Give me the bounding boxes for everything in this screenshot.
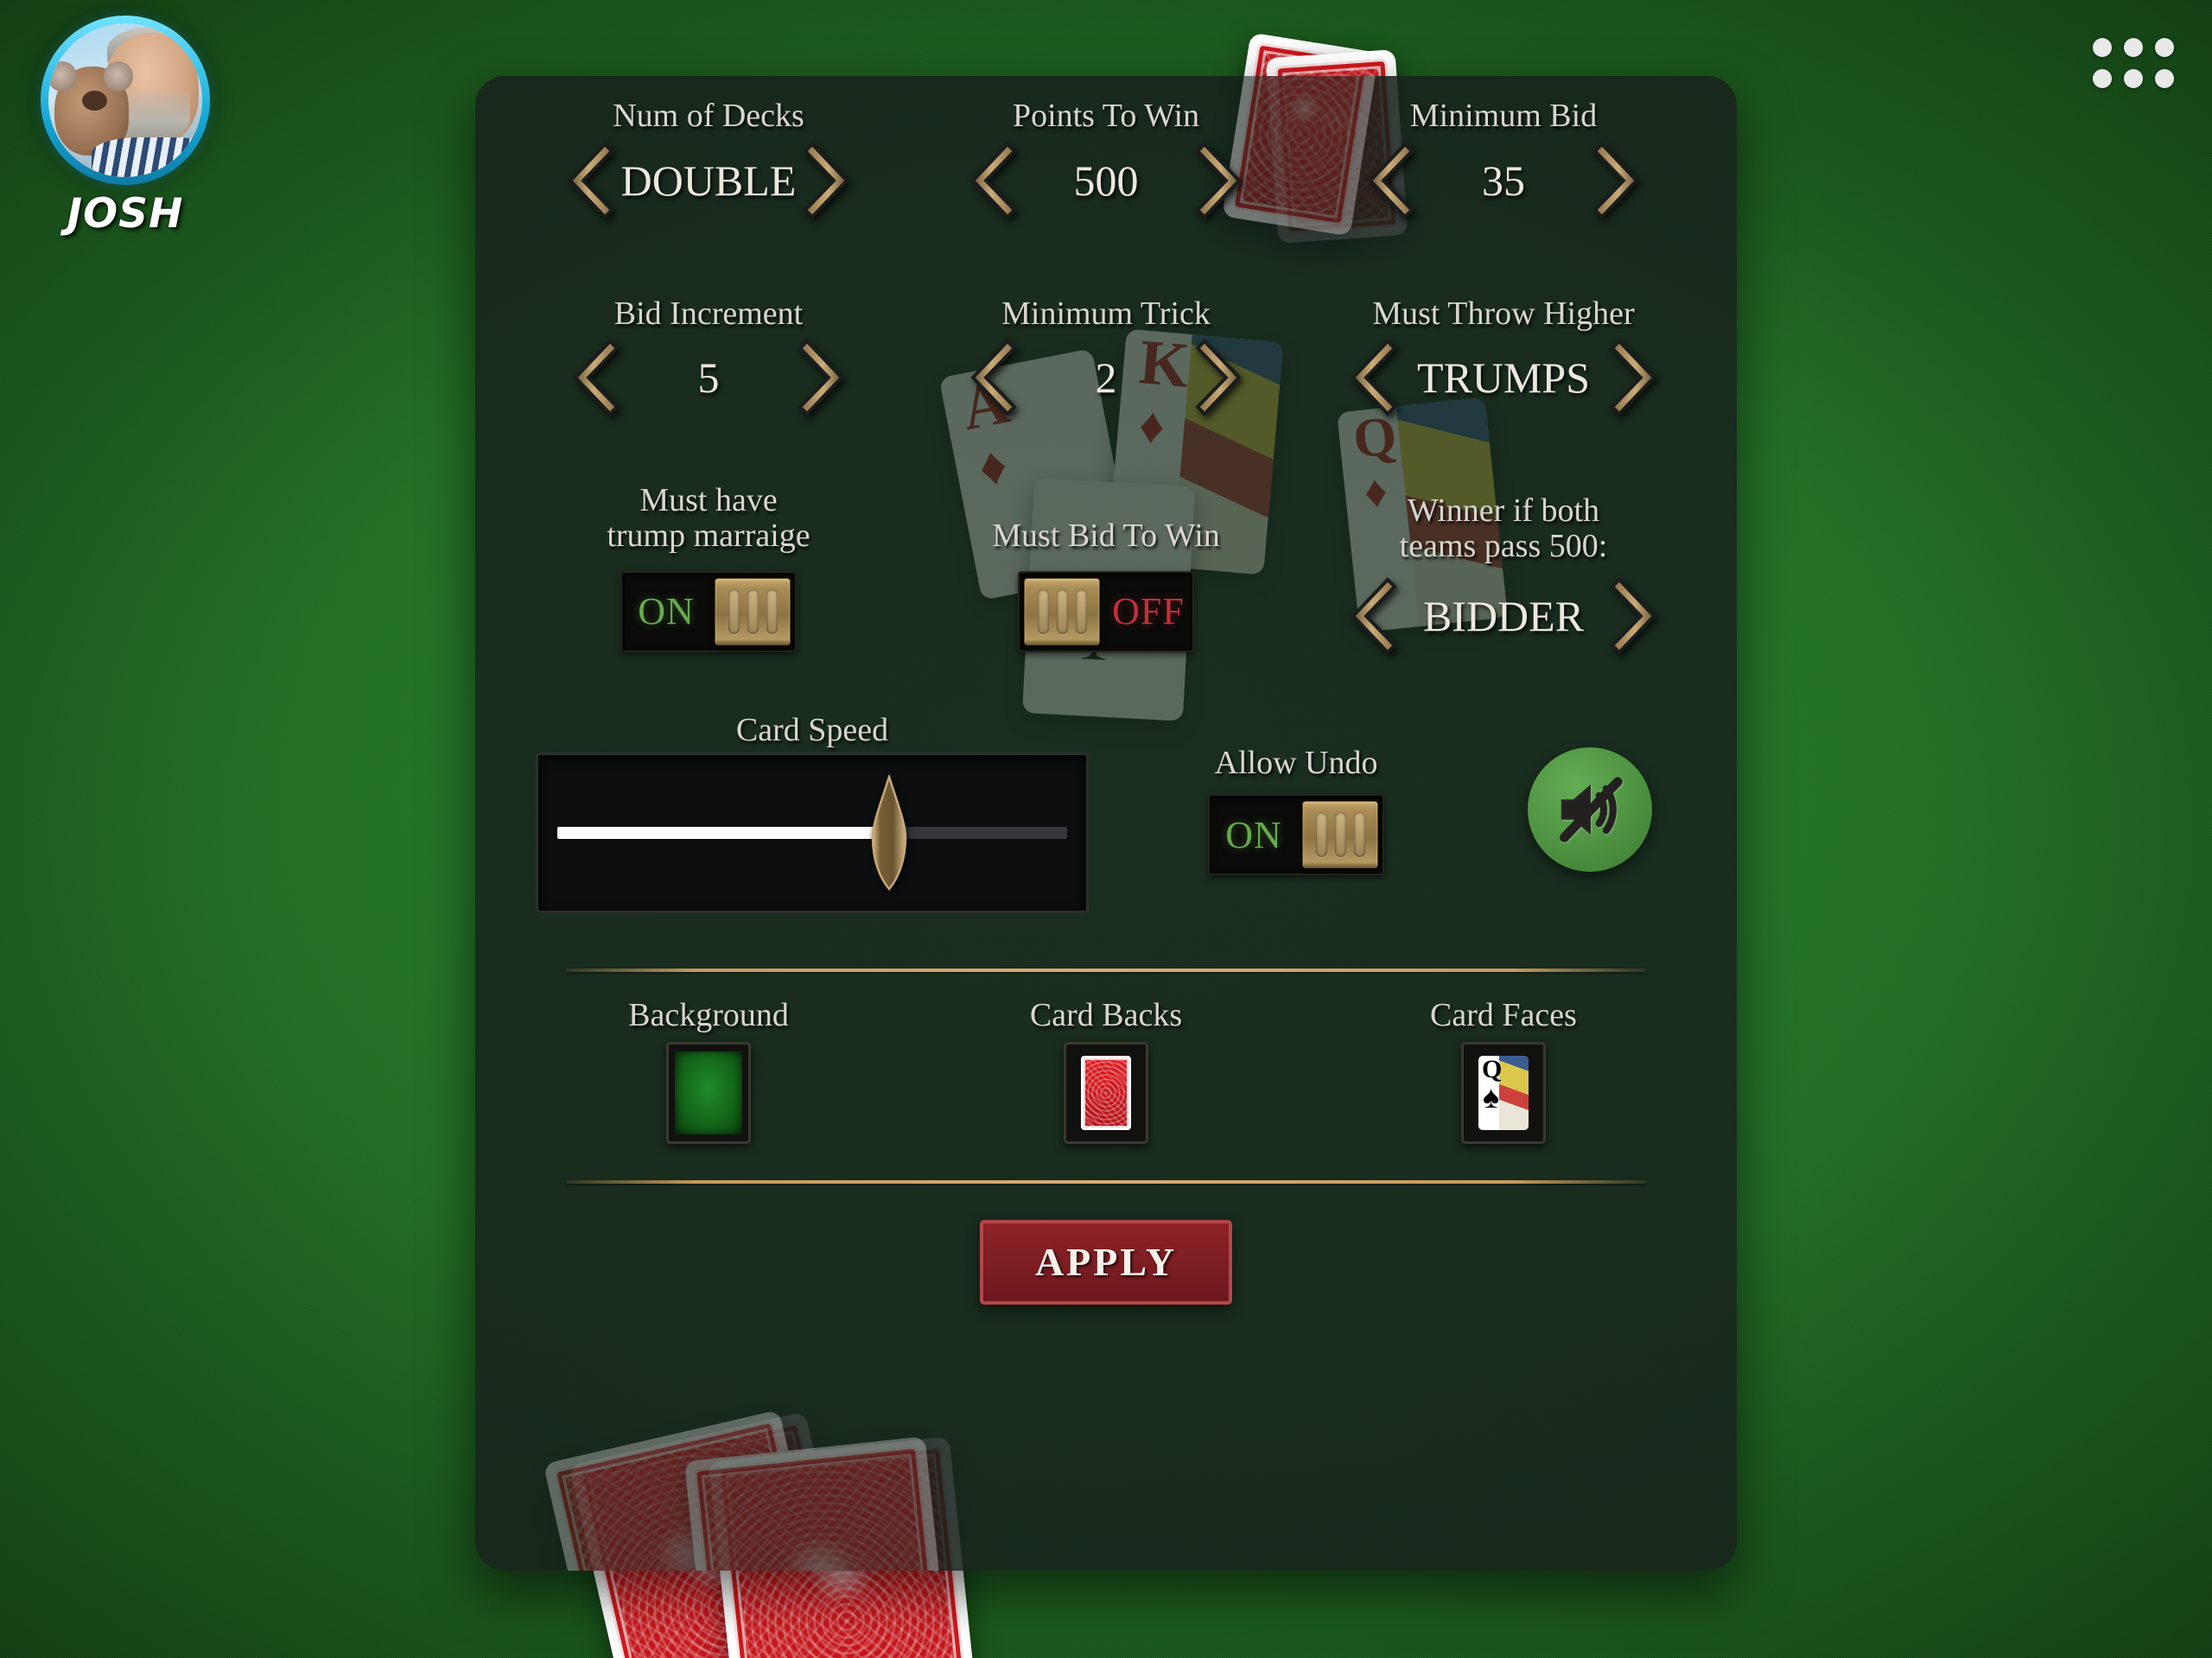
stepper: 500 [907, 141, 1305, 220]
card-speed-slider[interactable] [536, 753, 1089, 914]
menu-dot [2155, 69, 2174, 88]
chevron-right-icon[interactable] [1606, 576, 1660, 656]
setting-label: Card Speed [735, 711, 889, 748]
setting-must-bid-to-win: Must Bid To Win OFF [907, 518, 1305, 656]
setting-value: 5 [697, 353, 720, 403]
setting-allow-undo: Allow Undo ON [1115, 744, 1478, 914]
setting-num-of-decks: Num of Decks DOUBLE [510, 98, 907, 220]
setting-label: Num of Decks [613, 98, 804, 134]
chevron-left-icon[interactable] [967, 141, 1020, 220]
setting-bid-increment: Bid Increment 5 [510, 295, 907, 418]
setting-value: BIDDER [1422, 591, 1585, 640]
toggle-allow-undo[interactable]: ON [1208, 794, 1384, 876]
toggle-knob-icon [1024, 577, 1100, 645]
toggle-knob-icon [715, 577, 791, 645]
setting-winner-if-both-pass: Winner if both teams pass 500: BIDDER [1305, 493, 1702, 655]
queen-of-spades-swatch[interactable]: Q ♠ [1461, 1041, 1546, 1144]
stepper: DOUBLE [510, 141, 907, 220]
green-felt-swatch[interactable] [666, 1041, 751, 1144]
speaker-mute-icon[interactable] [1528, 747, 1652, 873]
red-card-back-swatch[interactable] [1064, 1041, 1148, 1144]
toggle-state-label: ON [638, 590, 695, 633]
setting-minimum-trick: Minimum Trick 2 [907, 295, 1305, 418]
player-name: JOSH [67, 190, 184, 238]
setting-label: Bid Increment [613, 295, 804, 332]
chevron-left-icon[interactable] [569, 338, 623, 417]
player-badge[interactable]: JOSH [17, 16, 233, 238]
settings-row-3: Must have trump marraige ON Must Bid To … [510, 417, 1702, 655]
toggle-state-label: ON [1225, 813, 1282, 856]
setting-minimum-bid: Minimum Bid 35 [1305, 98, 1702, 220]
slider-track [557, 827, 1067, 840]
toggle-trump-marriage[interactable]: ON [620, 570, 797, 652]
slider-handle-icon[interactable] [871, 775, 907, 892]
setting-value: 500 [1073, 156, 1139, 205]
stepper: 5 [510, 338, 907, 417]
mute-button-cell [1478, 747, 1702, 913]
apply-button-label: APPLY [1034, 1240, 1178, 1285]
toggle-must-bid-to-win[interactable]: OFF [1018, 570, 1194, 652]
stepper: BIDDER [1305, 576, 1702, 656]
setting-label: Minimum Bid [1409, 98, 1598, 134]
chevron-right-icon[interactable] [1589, 141, 1643, 220]
chevron-right-icon[interactable] [794, 338, 848, 417]
theme-label: Card Backs [1029, 997, 1183, 1034]
theme-background: Background [510, 998, 907, 1144]
theme-card-backs: Card Backs [907, 998, 1305, 1144]
chevron-right-icon[interactable] [1192, 338, 1245, 417]
apply-row: APPLY [510, 1184, 1702, 1305]
setting-label: Allow Undo [1214, 744, 1378, 781]
theme-card-faces: Card Faces Q ♠ [1305, 998, 1702, 1144]
setting-label: Must Throw Higher [1372, 295, 1635, 332]
stepper: 35 [1305, 141, 1702, 220]
setting-label: Must Bid To Win [992, 517, 1220, 554]
settings-panel: A ♦ K ♦ ♠ Q ♦ Num of Decks [475, 76, 1737, 1571]
setting-label: Minimum Trick [1001, 295, 1211, 332]
avatar-photo [48, 23, 202, 177]
grid-menu-icon[interactable] [2093, 38, 2174, 88]
chevron-right-icon[interactable] [1192, 141, 1245, 220]
setting-value: DOUBLE [620, 156, 797, 205]
setting-points-to-win: Points To Win 500 [907, 98, 1305, 220]
menu-dot [2155, 38, 2174, 57]
menu-dot [2124, 69, 2143, 88]
chevron-right-icon[interactable] [1606, 338, 1660, 417]
theme-label: Background [628, 997, 789, 1034]
settings-row-1: Num of Decks DOUBLE Points To Win 500 Mi… [510, 76, 1702, 220]
chevron-left-icon[interactable] [1347, 338, 1401, 417]
chevron-right-icon[interactable] [799, 141, 853, 220]
setting-value: TRUMPS [1416, 353, 1591, 403]
chevron-left-icon[interactable] [1347, 576, 1401, 656]
setting-card-speed: Card Speed [510, 711, 1115, 914]
toggle-state-label: OFF [1112, 590, 1185, 633]
setting-trump-marriage: Must have trump marraige ON [510, 483, 907, 655]
theme-label: Card Faces [1430, 997, 1577, 1034]
menu-dot [2093, 69, 2112, 88]
menu-dot [2093, 38, 2112, 57]
avatar[interactable] [41, 16, 210, 185]
setting-value: 2 [1095, 353, 1117, 403]
chevron-left-icon[interactable] [967, 338, 1020, 417]
stepper: 2 [907, 338, 1305, 417]
theme-row: Background Card Backs Card Faces Q ♠ [510, 972, 1702, 1144]
stepper: TRUMPS [1305, 338, 1702, 417]
menu-dot [2124, 38, 2143, 57]
chevron-left-icon[interactable] [564, 141, 618, 220]
slider-fill [557, 827, 884, 840]
setting-label: Must have trump marraige [607, 482, 810, 554]
toggle-knob-icon [1302, 801, 1378, 869]
setting-label: Points To Win [1012, 98, 1200, 134]
settings-row-2: Bid Increment 5 Minimum Trick 2 Must Thr… [510, 220, 1702, 418]
chevron-left-icon[interactable] [1364, 141, 1418, 220]
setting-must-throw-higher: Must Throw Higher TRUMPS [1305, 295, 1702, 418]
settings-row-4: Card Speed Allow Undo ON [510, 656, 1702, 914]
apply-button[interactable]: APPLY [980, 1219, 1232, 1305]
setting-label: Winner if both teams pass 500: [1399, 492, 1608, 564]
setting-value: 35 [1482, 156, 1525, 205]
